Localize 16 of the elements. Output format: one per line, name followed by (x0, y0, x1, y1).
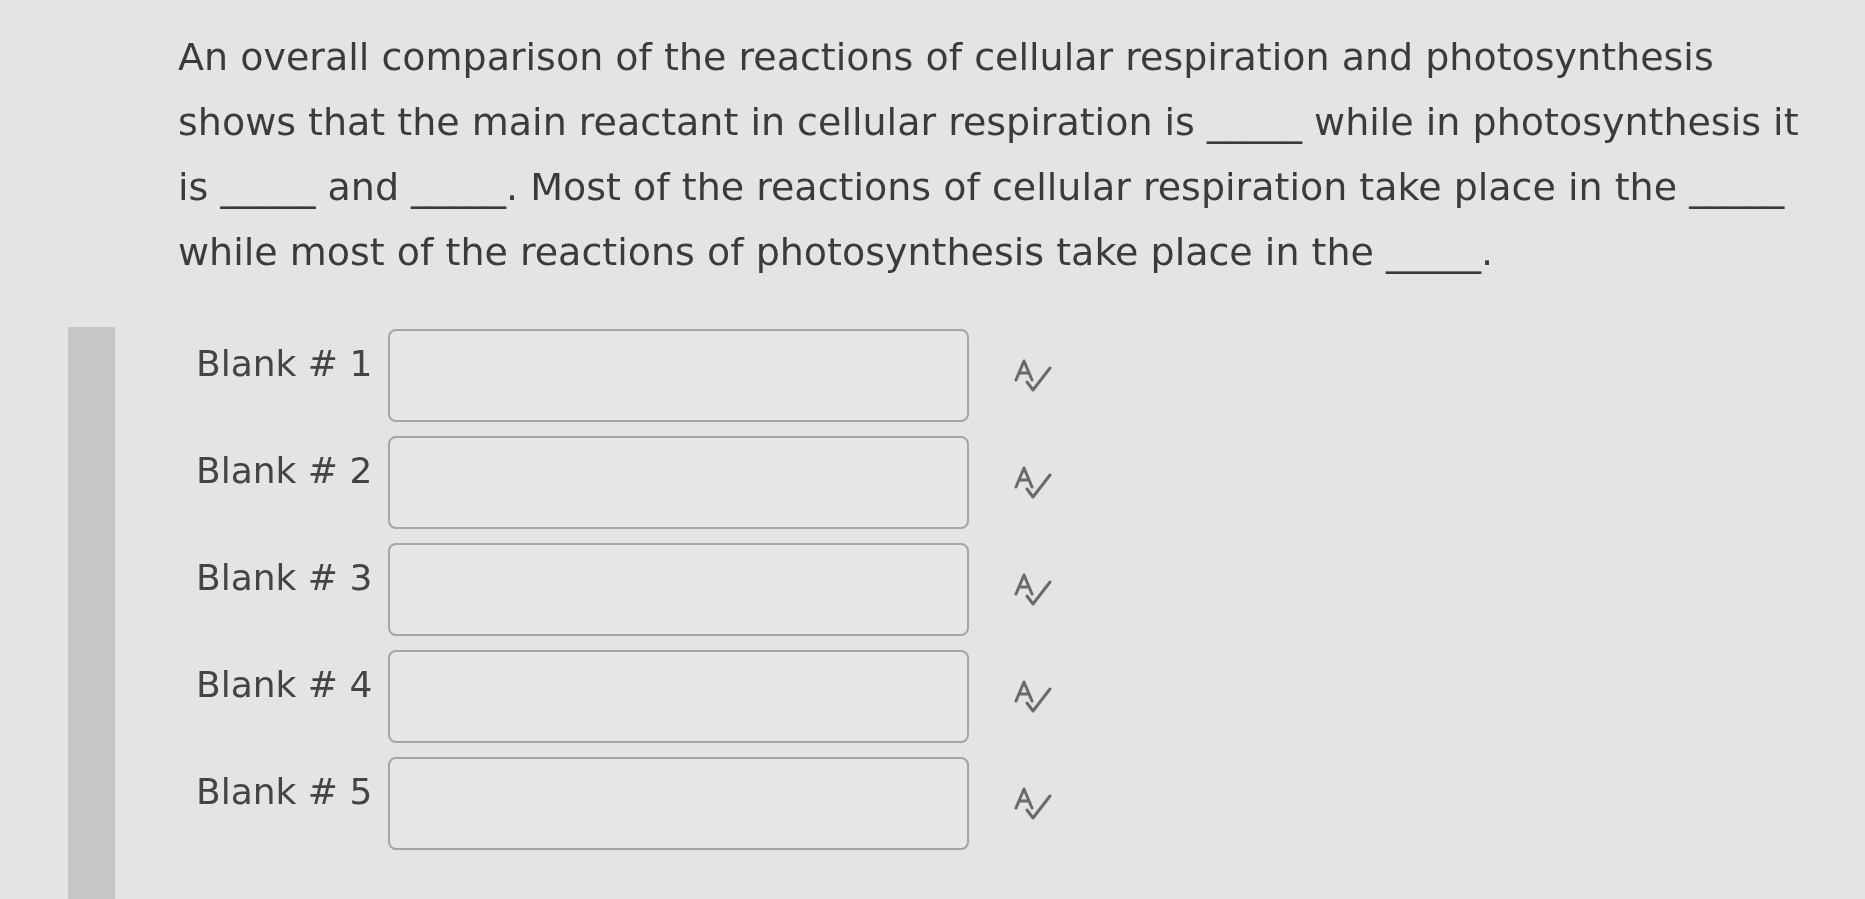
spellcheck-icon[interactable] (1013, 787, 1053, 821)
spellcheck-icon[interactable] (1013, 466, 1053, 500)
answer-field[interactable] (388, 436, 969, 529)
blank-label: Blank # 4 (196, 663, 374, 707)
blank-label: Blank # 5 (196, 770, 374, 814)
spellcheck-icon[interactable] (1013, 573, 1053, 607)
spellcheck-icon[interactable] (1013, 680, 1053, 714)
blank-label: Blank # 2 (196, 449, 374, 493)
blank-label: Blank # 3 (196, 556, 374, 600)
blank-label: Blank # 1 (196, 342, 374, 386)
answer-field[interactable] (388, 329, 969, 422)
spellcheck-icon[interactable] (1013, 359, 1053, 393)
answer-field[interactable] (388, 650, 969, 743)
question-text: An overall comparison of the reactions of cellular respiration and photosynthesis shows that the main reactant in cellular respiration is _____ while in photosynthesis it is _____ and _____. Most of the reactions of cellular respiration take place in the _____ while most of the reactions of photosynthesis take place in the _____. (178, 34, 1800, 276)
answer-field[interactable] (388, 757, 969, 850)
answer-field[interactable] (388, 543, 969, 636)
